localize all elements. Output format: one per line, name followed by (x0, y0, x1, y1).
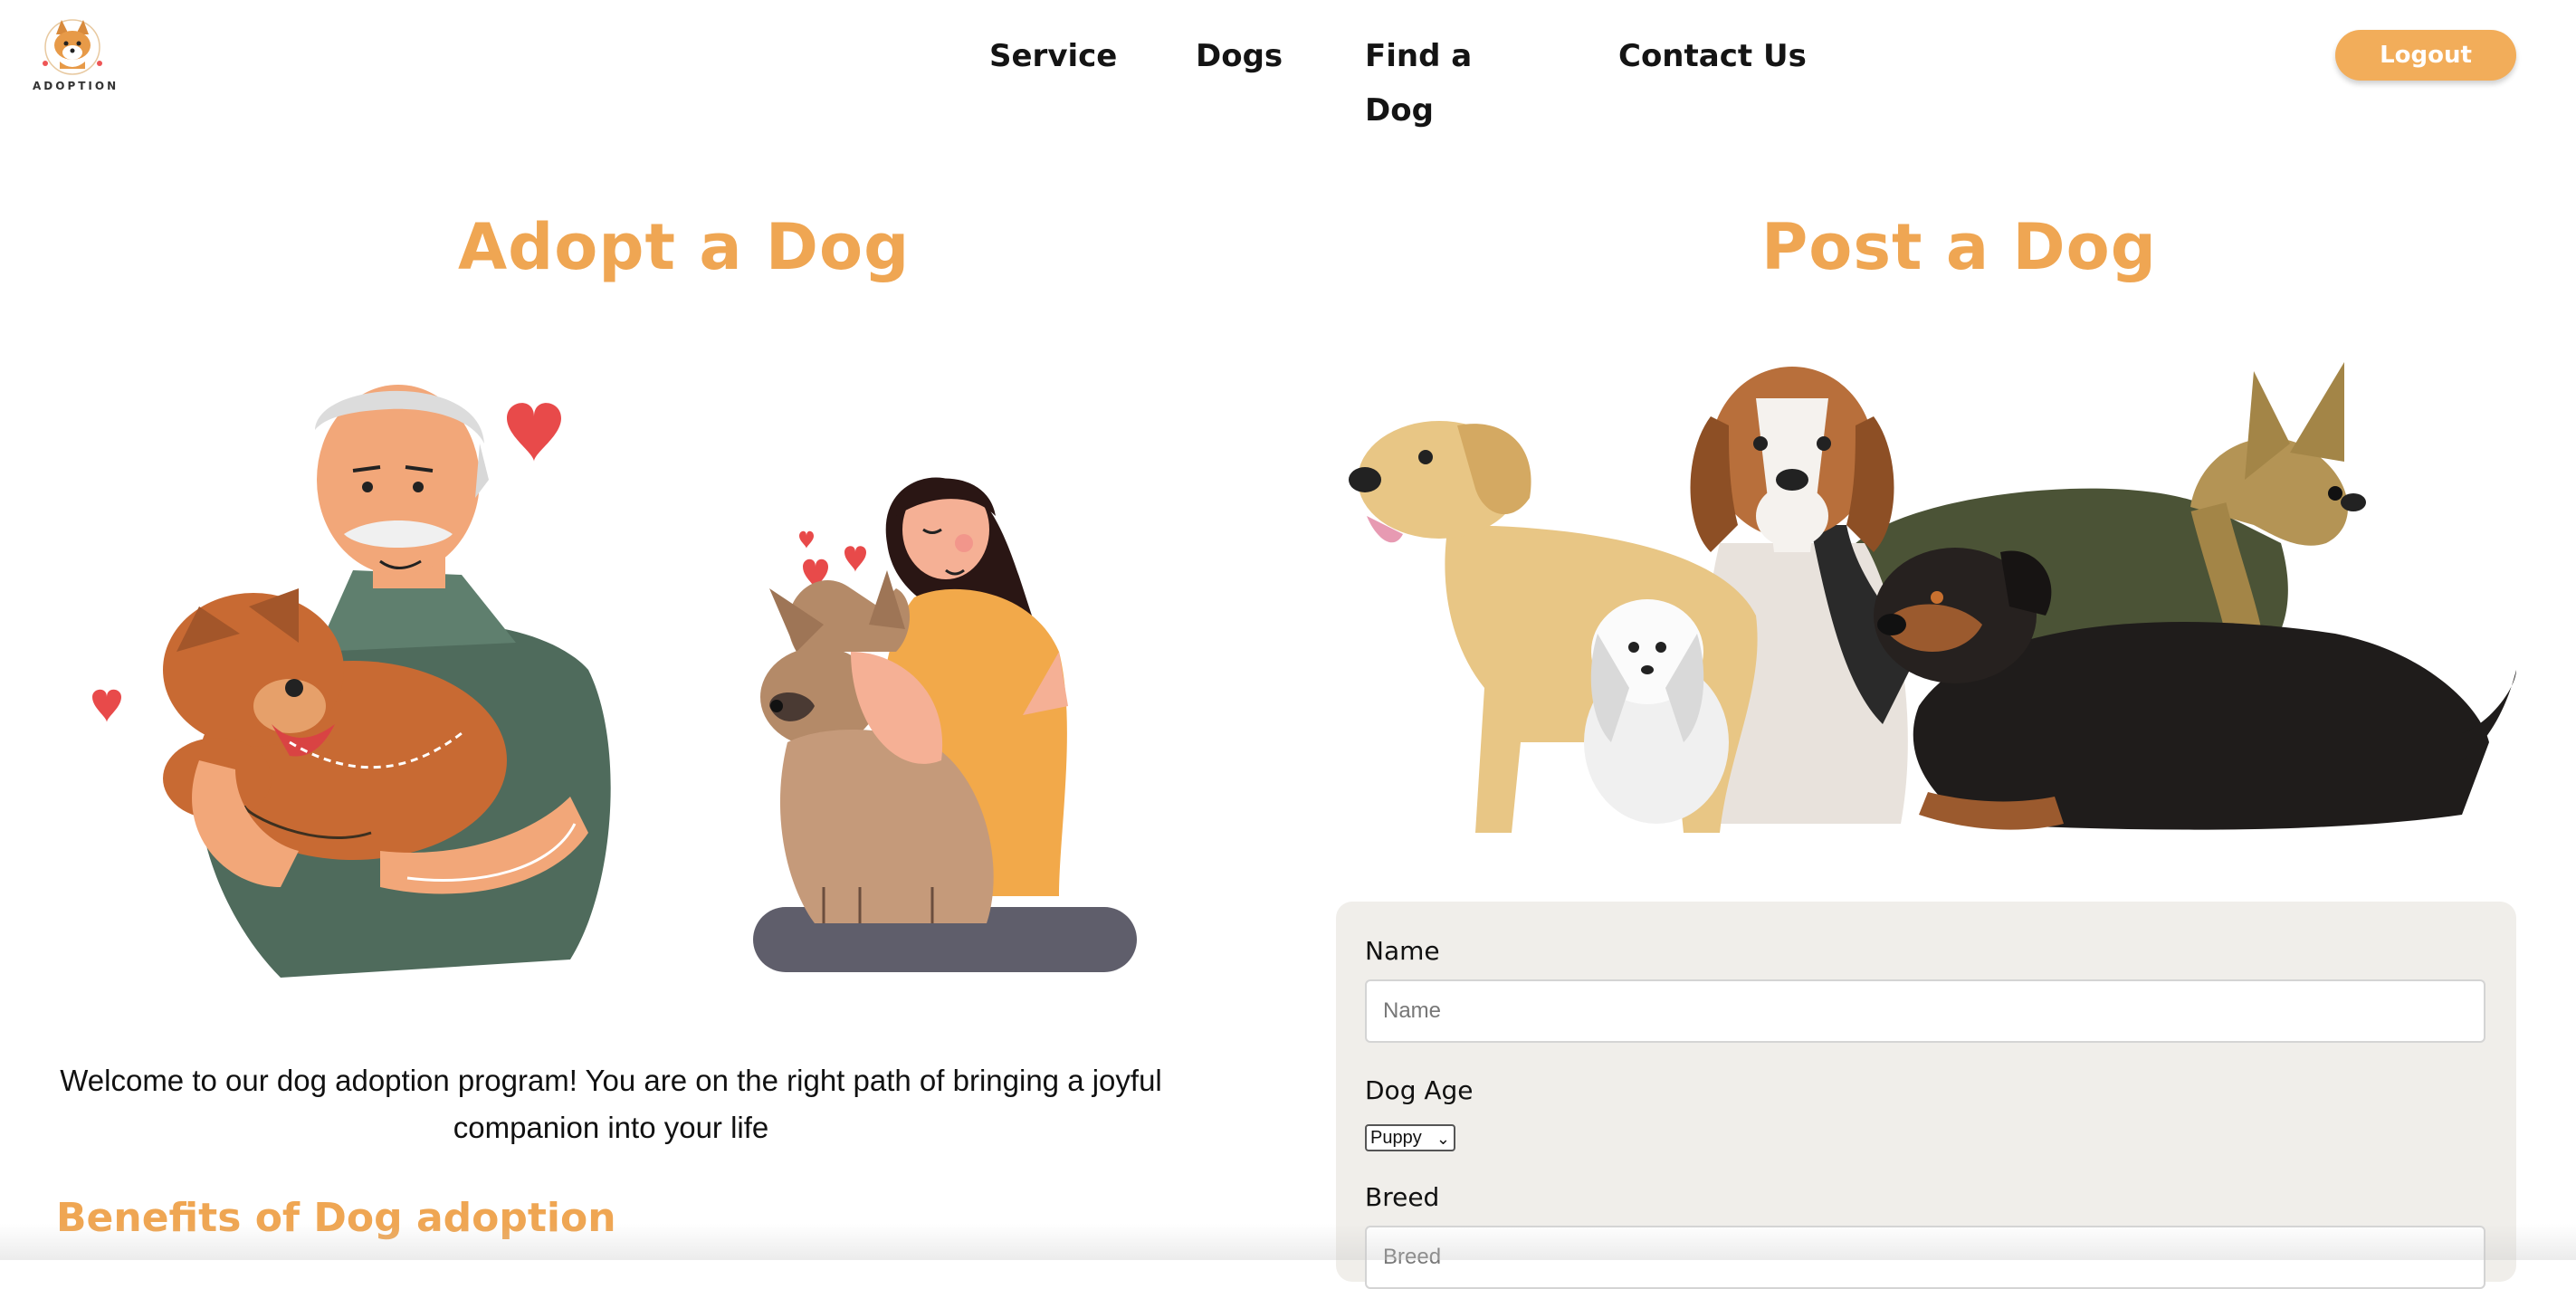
dog-age-label: Dog Age (1365, 1075, 1474, 1105)
heart-icon (799, 530, 814, 549)
name-label: Name (1365, 936, 1440, 966)
nav-link-service[interactable]: Service (989, 29, 1117, 83)
name-input[interactable] (1365, 979, 2485, 1043)
adoption-illustration (92, 385, 1137, 978)
breed-input[interactable] (1365, 1226, 2485, 1289)
post-title: Post a Dog (1761, 210, 2157, 284)
dogs-group-illustration (1349, 362, 2516, 833)
nav-link-find-a-dog[interactable]: Find a Dog (1365, 29, 1546, 138)
adopt-title: Adopt a Dog (458, 210, 911, 284)
nav-link-dogs[interactable]: Dogs (1196, 29, 1286, 83)
corgi-logo-icon (43, 19, 102, 75)
adoption-logo[interactable]: ADOPTION (33, 16, 119, 92)
top-nav: ADOPTION Service Dogs Find a Dog Contact… (0, 0, 2576, 129)
chevron-down-icon: ⌄ (1436, 1130, 1450, 1148)
dog-age-select[interactable]: Puppy ⌄ (1365, 1124, 1455, 1151)
dog-age-selected: Puppy (1370, 1128, 1422, 1148)
heart-icon (92, 689, 121, 722)
logout-button[interactable]: Logout (2335, 30, 2516, 81)
benefits-heading: Benefits of Dog adoption (56, 1195, 616, 1241)
breed-label: Breed (1365, 1182, 1440, 1212)
logo-text: ADOPTION (33, 80, 119, 92)
welcome-text: Welcome to our dog adoption program! You… (60, 1064, 1162, 1144)
heart-icon (844, 546, 866, 572)
nav-link-contact-us[interactable]: Contact Us (1618, 29, 1854, 83)
post-dog-form: Name Dog Age Puppy ⌄ Breed (1336, 902, 2516, 1289)
heart-icon (507, 403, 561, 462)
